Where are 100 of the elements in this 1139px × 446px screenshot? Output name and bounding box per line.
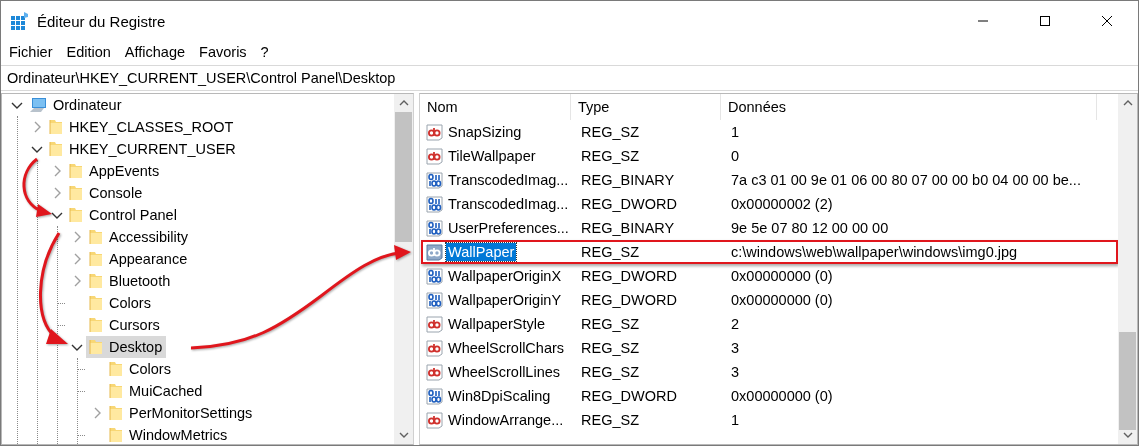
string-value-icon [426, 411, 443, 429]
value-data: 3 [730, 340, 741, 356]
value-data: 9e 5e 07 80 12 00 00 00 [730, 220, 890, 236]
tree-item[interactable]: Accessibility [86, 226, 192, 248]
value-type: REG_SZ [580, 340, 640, 356]
address-bar[interactable]: Ordinateur\HKEY_CURRENT_USER\Control Panel\Desktop [1, 66, 1138, 90]
value-type: REG_SZ [580, 364, 640, 380]
folder-icon [69, 163, 83, 179]
string-value-icon [426, 243, 443, 261]
value-type: REG_BINARY [580, 172, 676, 188]
tree-item[interactable]: Console [66, 182, 147, 204]
value-name[interactable]: WallpaperStyle [446, 315, 547, 333]
folder-icon [69, 185, 83, 201]
string-value-icon [426, 123, 443, 141]
value-name[interactable]: SnapSizing [446, 123, 524, 141]
column-header[interactable]: Nom [420, 94, 571, 120]
tree-item[interactable]: Ordinateur [26, 94, 126, 116]
menu-item[interactable]: ? [253, 44, 276, 60]
tree-item[interactable]: Desktop [86, 336, 167, 358]
tree-item[interactable]: WindowMetrics [106, 424, 232, 444]
scrollbar[interactable] [394, 94, 413, 444]
tree-item[interactable]: Cursors [86, 314, 164, 336]
value-type: REG_SZ [580, 148, 640, 164]
tree-item[interactable]: Bluetooth [86, 270, 175, 292]
folder-icon [69, 207, 83, 223]
menu-item[interactable]: Edition [59, 44, 118, 60]
tree-item[interactable]: Colors [86, 292, 155, 314]
menu-item[interactable]: Favoris [192, 44, 254, 60]
value-data: 2 [730, 316, 741, 332]
binary-value-icon [426, 291, 443, 309]
tree-item[interactable]: HKEY_CLASSES_ROOT [46, 116, 238, 138]
string-value-icon [426, 363, 443, 381]
value-data: 0x00000000 (0) [730, 268, 834, 284]
registry-editor-icon [11, 12, 29, 30]
scrollbar[interactable] [1118, 94, 1137, 444]
tree-item[interactable]: MuiCached [106, 380, 207, 402]
value-data: 0 [730, 148, 741, 164]
value-name[interactable]: TranscodedImag... [446, 195, 571, 213]
column-header[interactable]: Données [721, 94, 1097, 120]
computer-icon [29, 97, 47, 113]
value-type: REG_DWORD [580, 388, 678, 404]
string-value-icon [426, 147, 443, 165]
maximize-icon [1039, 15, 1051, 27]
tree-item[interactable]: Control Panel [66, 204, 181, 226]
value-data: 3 [730, 364, 741, 380]
value-data: 0x00000000 (0) [730, 388, 834, 404]
binary-value-icon [426, 195, 443, 213]
value-type: REG_DWORD [580, 268, 678, 284]
value-type: REG_BINARY [580, 220, 676, 236]
window-title: Éditeur du Registre [37, 12, 166, 30]
binary-value-icon [426, 387, 443, 405]
string-value-icon [426, 339, 443, 357]
value-name[interactable]: TranscodedImag... [446, 171, 571, 189]
tree-item[interactable]: HKEY_CURRENT_USER [46, 138, 240, 160]
value-type: REG_SZ [580, 316, 640, 332]
value-name[interactable]: Win8DpiScaling [446, 387, 553, 405]
folder-icon [109, 361, 123, 377]
value-name[interactable]: UserPreferences... [446, 219, 571, 237]
value-type: REG_SZ [580, 412, 640, 428]
folder-icon [49, 119, 63, 135]
value-type: REG_DWORD [580, 292, 678, 308]
folder-icon [89, 229, 103, 245]
scrollbar-thumb[interactable] [395, 112, 412, 242]
folder-icon [109, 427, 123, 443]
string-value-icon [426, 315, 443, 333]
annotation-arrow [22, 157, 52, 217]
menu-item[interactable]: Fichier [2, 44, 60, 60]
value-name[interactable]: WallpaperOriginX [446, 267, 564, 285]
folder-icon [89, 317, 103, 333]
folder-icon [89, 295, 103, 311]
value-type: REG_SZ [580, 124, 640, 140]
value-name[interactable]: WallPaper [446, 243, 517, 261]
close-icon [1101, 15, 1113, 27]
folder-icon [49, 141, 63, 157]
binary-value-icon [426, 171, 443, 189]
folder-icon [89, 273, 103, 289]
menu-item[interactable]: Affichage [117, 44, 193, 60]
tree-item[interactable]: Appearance [86, 248, 192, 270]
value-name[interactable]: TileWallpaper [446, 147, 538, 165]
value-data: 0x00000002 (2) [730, 196, 834, 212]
column-header[interactable]: Type [571, 94, 721, 120]
value-data: c:\windows\web\wallpaper\windows\img0.jpg [730, 244, 1019, 260]
value-data: 0x00000000 (0) [730, 292, 834, 308]
value-data: 1 [730, 412, 741, 428]
value-type: REG_DWORD [580, 196, 678, 212]
value-name[interactable]: WheelScrollLines [446, 363, 563, 381]
folder-icon [109, 383, 123, 399]
value-name[interactable]: WallpaperOriginY [446, 291, 564, 309]
scrollbar-thumb[interactable] [1119, 332, 1136, 430]
tree-item[interactable]: PerMonitorSettings [106, 402, 257, 424]
folder-icon [89, 339, 103, 355]
value-name[interactable]: WheelScrollChars [446, 339, 567, 357]
folder-icon [89, 251, 103, 267]
folder-icon [109, 405, 123, 421]
value-name[interactable]: WindowArrange... [446, 411, 566, 429]
tree-item[interactable]: AppEvents [66, 160, 164, 182]
value-data: 1 [730, 124, 741, 140]
tree-item[interactable]: Colors [106, 358, 175, 380]
binary-value-icon [426, 267, 443, 285]
value-data: 7a c3 01 00 9e 01 06 00 80 07 00 00 b0 04 00 00 be... [730, 172, 1082, 188]
